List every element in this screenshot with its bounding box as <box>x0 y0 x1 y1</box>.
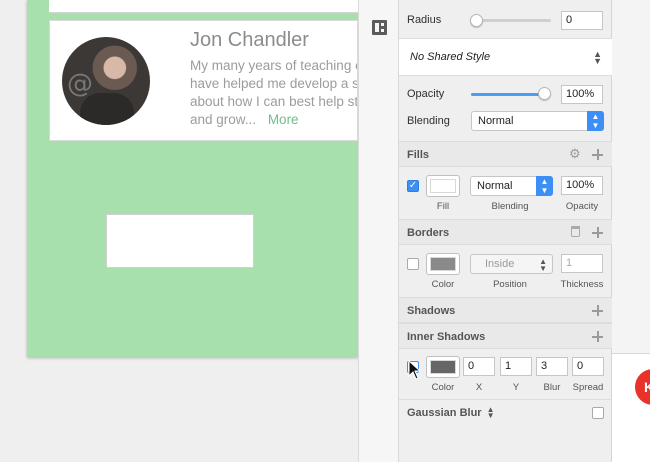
gaussian-blur-select[interactable]: Gaussian Blur ▲ ▼ <box>407 405 495 421</box>
radius-label: Radius <box>407 14 442 26</box>
bio-line: and grow... <box>190 112 257 127</box>
avatar: @ <box>62 37 150 125</box>
updown-chevron-icon: ▲ ▼ <box>593 49 602 66</box>
updown-chevron-icon: ▲ ▼ <box>539 257 547 273</box>
fill-color-swatch[interactable] <box>426 175 460 197</box>
artboard[interactable]: @ Jon Chandler My many years of teaching… <box>27 0 358 357</box>
profile-name: Jon Chandler <box>190 29 309 51</box>
border-position-value: Inside <box>485 258 515 270</box>
opacity-label: Opacity <box>407 88 445 100</box>
shared-style-label: No Shared Style <box>410 51 491 63</box>
selected-rectangle[interactable] <box>106 214 254 268</box>
border-enabled-checkbox[interactable] <box>407 258 419 270</box>
radius-field[interactable]: 0 <box>561 11 603 30</box>
fills-header: Fills ⚙ <box>399 141 612 167</box>
gear-icon[interactable]: ⚙ <box>569 147 581 160</box>
add-border-icon[interactable] <box>592 227 603 238</box>
previous-card[interactable] <box>49 0 358 13</box>
blending-select[interactable]: Normal ▲ ▼ <box>471 111 604 131</box>
opacity-sub-label: Opacity <box>565 201 599 212</box>
gaussian-blur-checkbox[interactable] <box>592 407 604 419</box>
mouse-cursor-icon <box>408 360 422 380</box>
shared-style-select[interactable]: No Shared Style ▲ ▼ <box>399 38 612 76</box>
spread-sub-label: Spread <box>572 382 604 393</box>
bio-line: My many years of teaching exp <box>190 58 357 73</box>
add-shadow-icon[interactable] <box>592 305 603 316</box>
position-sub-label: Position <box>493 279 527 290</box>
radius-slider-knob[interactable] <box>470 14 483 27</box>
bio-line: about how I can best help stude <box>190 94 358 109</box>
right-popup-panel <box>612 353 650 462</box>
border-color-inner <box>430 257 456 271</box>
x-sub-label: X <box>475 382 483 393</box>
fill-blend-select[interactable]: Normal ▲ ▼ <box>470 176 553 196</box>
inner-shadow-y-field[interactable]: 1 <box>500 357 532 376</box>
inner-shadow-spread-field[interactable]: 0 <box>572 357 604 376</box>
blur-sub-label: Blur <box>543 382 561 393</box>
inner-shadow-color-swatch[interactable] <box>426 356 460 378</box>
inspector-tool-strip <box>358 0 399 462</box>
border-position-select[interactable]: Inside ▲ ▼ <box>470 254 553 274</box>
inner-shadows-title: Inner Shadows <box>407 331 486 343</box>
bio-line-last: and grow... More <box>190 111 357 129</box>
fills-title: Fills <box>407 149 430 161</box>
fill-sub-label: Fill <box>436 201 450 212</box>
border-thickness-field[interactable]: 1 <box>561 254 603 273</box>
inspector-panel: Radius 0 No Shared Style ▲ ▼ Opacity 100%… <box>399 0 612 462</box>
blending-label: Blending <box>407 115 450 127</box>
opacity-slider-knob[interactable] <box>538 87 551 100</box>
canvas[interactable]: @ Jon Chandler My many years of teaching… <box>0 0 358 462</box>
borders-header: Borders <box>399 219 612 245</box>
fill-enabled-checkbox[interactable]: ✓ <box>407 180 419 192</box>
color-sub-label: Color <box>431 279 455 290</box>
border-color-swatch[interactable] <box>426 253 460 275</box>
fill-opacity-field[interactable]: 100% <box>561 176 603 195</box>
gaussian-blur-title: Gaussian Blur <box>407 407 482 419</box>
divider <box>399 399 612 400</box>
fill-blend-value: Normal <box>477 180 513 192</box>
y-sub-label: Y <box>512 382 520 393</box>
radius-slider[interactable] <box>475 19 551 22</box>
opacity-field[interactable]: 100% <box>561 85 603 104</box>
add-fill-icon[interactable] <box>592 149 603 160</box>
profile-card[interactable]: @ Jon Chandler My many years of teaching… <box>49 20 358 141</box>
layout-icon[interactable] <box>372 20 387 35</box>
add-inner-shadow-icon[interactable] <box>592 331 603 342</box>
thickness-sub-label: Thickness <box>560 279 604 290</box>
shadows-header: Shadows <box>399 297 612 323</box>
inner-shadows-header: Inner Shadows <box>399 323 612 349</box>
bio-line: have helped me develop a set o <box>190 76 357 91</box>
inner-shadow-blur-field[interactable]: 3 <box>536 357 568 376</box>
profile-bio: My many years of teaching exp have helpe… <box>190 57 358 129</box>
blending-sub-label: Blending <box>491 201 529 212</box>
fill-color-inner <box>430 179 456 193</box>
updown-chevron-icon: ▲ ▼ <box>486 405 495 421</box>
inner-shadow-color-inner <box>430 360 456 374</box>
shadows-title: Shadows <box>407 305 456 317</box>
trash-icon[interactable] <box>571 226 580 237</box>
inner-shadow-x-field[interactable]: 0 <box>463 357 495 376</box>
blending-value: Normal <box>478 115 514 127</box>
at-symbol-icon: @ <box>67 69 93 99</box>
select-stepper-icon: ▲ ▼ <box>536 176 553 196</box>
select-stepper-icon: ▲ ▼ <box>587 111 604 131</box>
borders-title: Borders <box>407 227 450 239</box>
more-link[interactable]: More <box>268 112 299 127</box>
color-sub-label: Color <box>431 382 455 393</box>
